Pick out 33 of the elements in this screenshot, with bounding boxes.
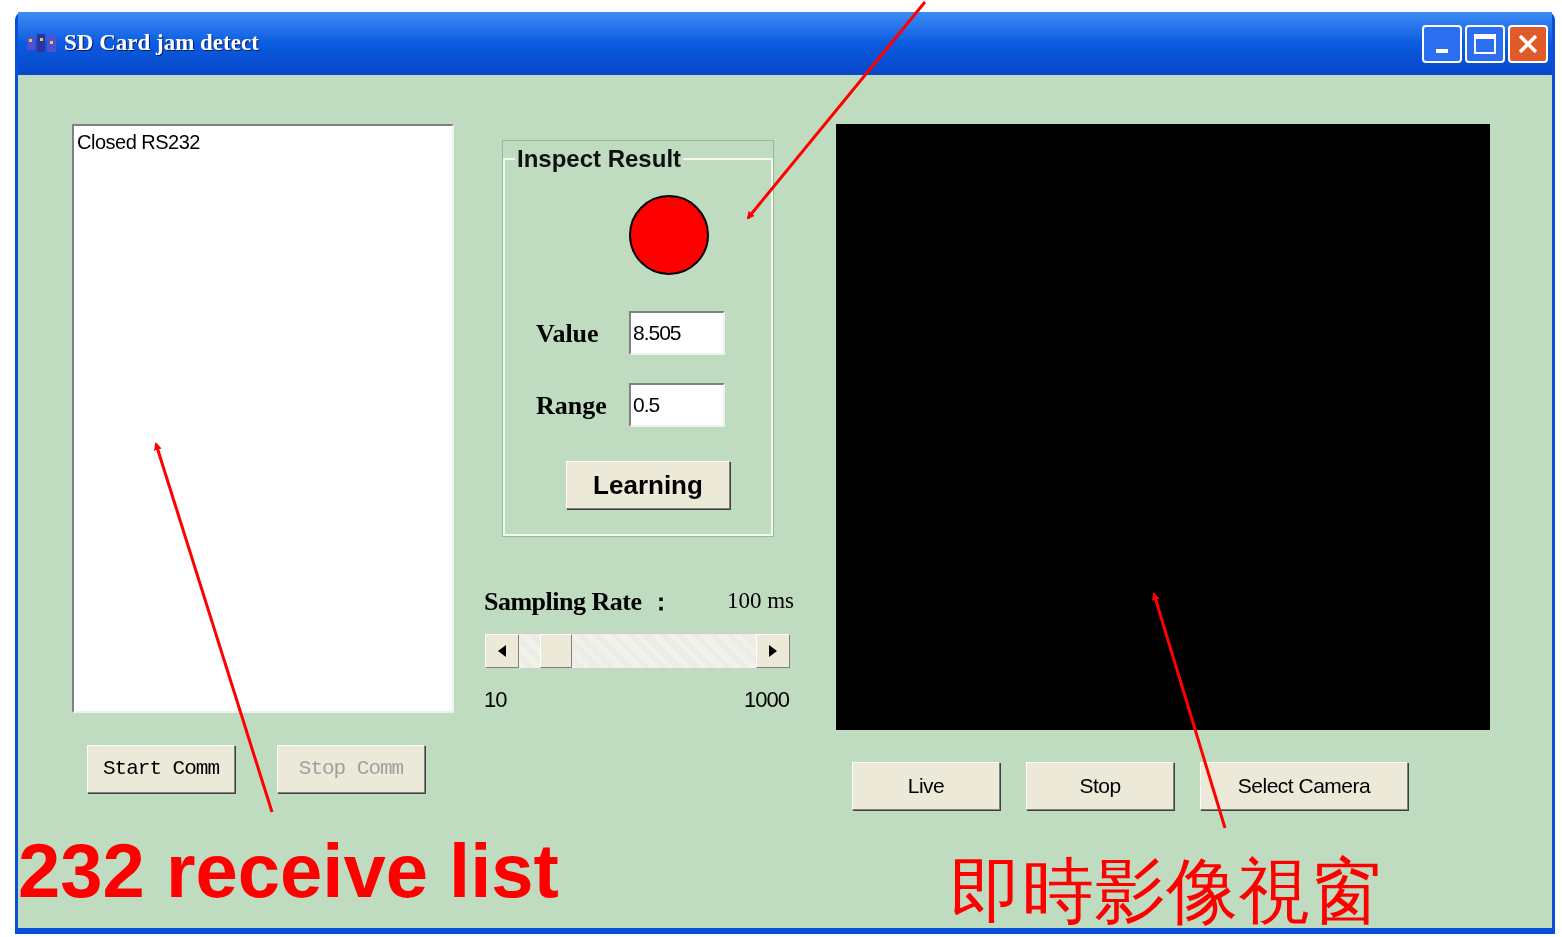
minimize-button[interactable]	[1422, 24, 1462, 63]
value-field[interactable]: 0.5	[629, 383, 725, 427]
close-icon	[1517, 32, 1539, 55]
receive-list[interactable]: Closed RS232	[72, 124, 454, 713]
slider-min: 10	[484, 686, 507, 714]
group-title: Inspect Result	[516, 144, 683, 174]
comm-button[interactable]: Start Comm	[87, 745, 235, 793]
sampling-label: Sampling Rate	[484, 586, 642, 618]
slider-max: 1000	[744, 686, 789, 714]
close-button[interactable]	[1508, 24, 1548, 63]
camera-button[interactable]: Select Camera	[1200, 762, 1408, 810]
maximize-button[interactable]	[1465, 24, 1505, 63]
app-icon	[26, 32, 58, 55]
annotation-text: 232 receive list	[18, 827, 559, 915]
list-item[interactable]: Closed RS232	[77, 129, 452, 155]
sampling-slider[interactable]	[484, 633, 791, 669]
maximize-icon	[1474, 33, 1496, 54]
sampling-reading: 100 ms	[726, 587, 794, 616]
field-label: Value	[536, 317, 600, 350]
window-title: SD Card jam detect	[64, 29, 259, 58]
colon: ：	[649, 587, 674, 617]
learning-button[interactable]: Learning	[566, 461, 730, 509]
right-arrow-button[interactable]	[756, 634, 790, 668]
value-field[interactable]: 8.505	[629, 311, 725, 355]
slider-thumb[interactable]	[539, 634, 572, 668]
left-arrow-icon	[498, 645, 506, 657]
minimize-icon	[1436, 48, 1448, 53]
left-arrow-button[interactable]	[485, 634, 519, 668]
camera-button[interactable]: Live	[852, 762, 1000, 810]
field-label: Range	[536, 389, 608, 422]
annotation-text: 即時影像視窗	[950, 848, 1382, 934]
right-arrow-icon	[769, 645, 777, 657]
camera-button[interactable]: Stop	[1026, 762, 1174, 810]
